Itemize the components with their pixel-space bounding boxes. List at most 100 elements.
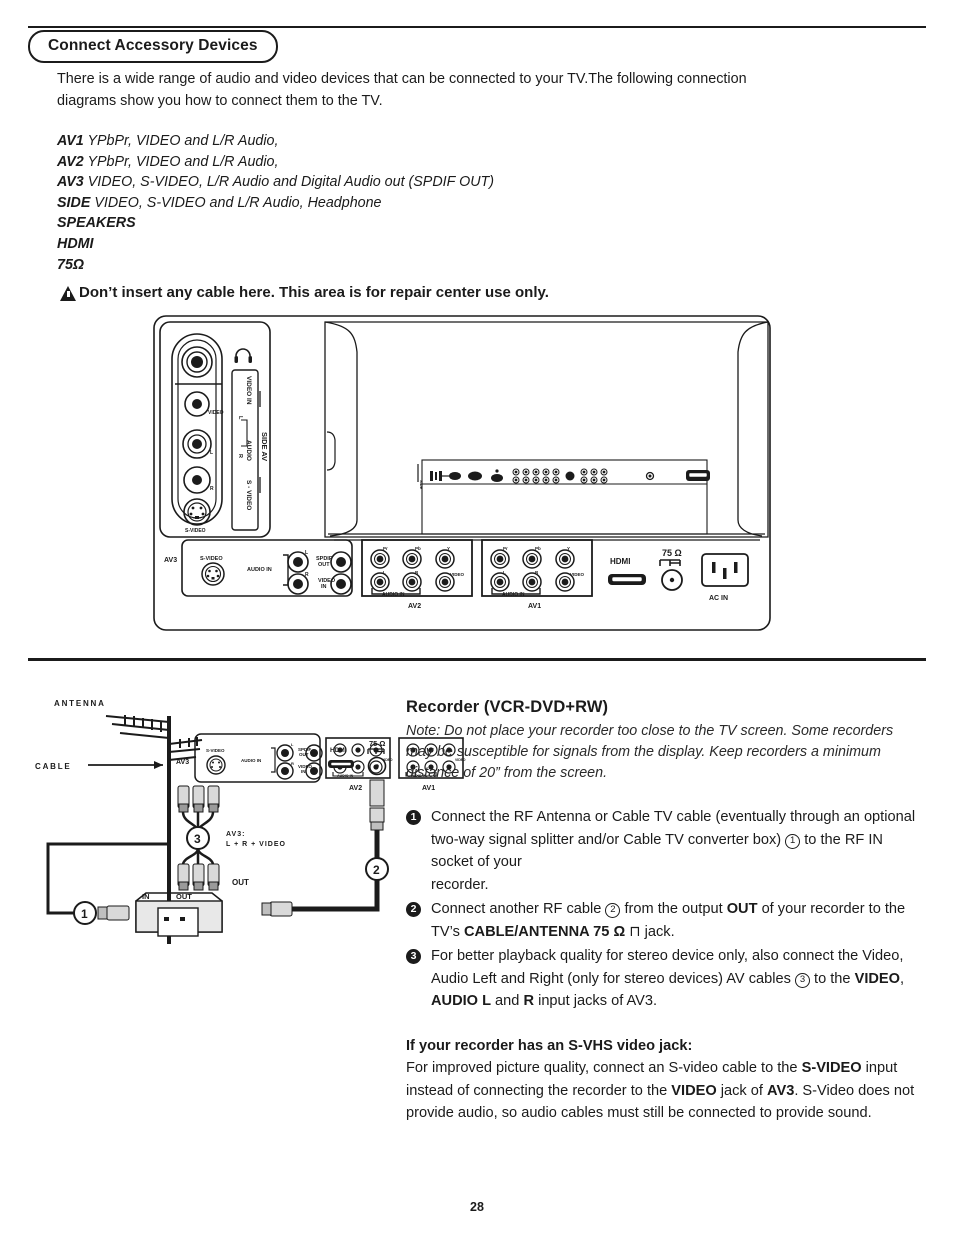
av-list-item-name: AV2	[57, 153, 84, 170]
warning-text: Don’t insert any cable here. This area i…	[79, 284, 549, 301]
tv-back-outline: SIDE	[324, 321, 769, 541]
svg-text:S-VIDEO: S-VIDEO	[206, 748, 225, 753]
text-run: S-VIDEO	[801, 1060, 862, 1076]
av-list-item: AV3 VIDEO, S-VIDEO, L/R Audio and Digita…	[57, 172, 494, 193]
headphone-icon	[234, 348, 252, 363]
label-av3: AV3	[164, 557, 177, 564]
text-run: S-VHS	[568, 1037, 613, 1054]
step-text: Connect another RF cable 2 from the outp…	[431, 898, 918, 943]
svg-text:AUDIO: AUDIO	[245, 440, 252, 461]
marker-2: 2	[373, 863, 380, 877]
svg-text:AUDIO IN: AUDIO IN	[337, 774, 354, 778]
text-run: If your recorder has an	[406, 1037, 569, 1054]
av-list-item: AV2 YPbPr, VIDEO and L/R Audio,	[57, 152, 494, 173]
label-out-cable: OUT	[232, 878, 249, 887]
warning-triangle-icon	[60, 286, 76, 301]
svg-text:R: R	[237, 454, 243, 458]
text-run: input jacks of AV3.	[534, 993, 658, 1009]
label-av2-bottom: AV2	[349, 785, 362, 792]
manual-page: Connect Accessory Devices There is a wid…	[0, 0, 954, 1235]
tv-connector-diagram: VIDEO L R S-VIDEO VIDEO IN AUDIO L R S -…	[150, 312, 780, 637]
text-run: CABLE/ANTENNA 75 Ω	[463, 923, 626, 940]
svhs-body: For improved picture quality, connect an…	[406, 1057, 918, 1125]
text-run: R	[523, 993, 535, 1009]
svg-text:S-VIDEO: S-VIDEO	[200, 556, 223, 562]
recorder-step: 1 Connect the RF Antenna or Cable TV cabl…	[406, 806, 918, 896]
text-run: and	[491, 993, 524, 1009]
av-list-item-desc: VIDEO, S-VIDEO and L/R Audio, Headphone	[90, 194, 382, 211]
label-av1: AV1	[528, 603, 541, 610]
svg-text:VIDEO IN: VIDEO IN	[245, 376, 252, 405]
svg-text:VIDEO: VIDEO	[208, 410, 224, 416]
av-list-item-name: SIDE	[57, 194, 91, 211]
recorder-step: 2 Connect another RF cable 2 from the out…	[406, 898, 918, 943]
label-vcr-in: IN	[142, 892, 150, 901]
svg-text:AUDIO IN: AUDIO IN	[382, 592, 405, 598]
recorder-note: Note: Do not place your recorder too clo…	[406, 723, 894, 781]
text-run: to the	[809, 970, 855, 987]
text-run: recorder.	[431, 876, 489, 893]
av-list-item: SIDE VIDEO, S-VIDEO and L/R Audio, Headp…	[57, 193, 494, 214]
recorder-step: 3 For better playback quality for stereo …	[406, 945, 918, 1013]
text-run: ,	[900, 970, 905, 987]
warning-notice: Don’t insert any cable here. This area i…	[60, 284, 549, 301]
av-connection-list: AV1 YPbPr, VIDEO and L/R Audio, AV2 YPbPr…	[57, 131, 494, 275]
svg-text:S-VIDEO: S-VIDEO	[185, 528, 206, 534]
label-75ohm: 75 Ω	[662, 548, 682, 558]
svg-text:R: R	[210, 486, 214, 492]
text-run: AUDIO L	[431, 993, 491, 1009]
svg-text:OUT: OUT	[318, 562, 330, 568]
label-75ohm-bottom: 75 Ω	[369, 739, 385, 748]
recorder-steps: 1 Connect the RF Antenna or Cable TV cabl…	[406, 806, 918, 1013]
svg-text:IN: IN	[321, 584, 327, 590]
text-run: ⊓ jack.	[625, 923, 675, 940]
svg-text:SIDE: SIDE	[419, 480, 424, 490]
step-number: 1	[406, 810, 421, 825]
step-number: 3	[406, 949, 421, 964]
av-list-item: HDMI	[57, 234, 494, 255]
label-av2: AV2	[408, 603, 421, 610]
recorder-connection-diagram: ANTENNA CABLE AV3 S-VIDEO AUDIO IN L R S…	[30, 694, 466, 944]
inline-step-marker: 2	[605, 903, 621, 918]
label-vcr-out: OUT	[176, 892, 192, 901]
page-number: 28	[470, 1200, 484, 1214]
svhs-section: If your recorder has an S-VHS video jack…	[406, 1035, 918, 1125]
av-list-item: AV1 YPbPr, VIDEO and L/R Audio,	[57, 131, 494, 152]
intro-paragraph: There is a wide range of audio and video…	[57, 71, 747, 109]
svg-text:IN: IN	[301, 769, 306, 774]
text-run: VIDEO	[671, 1082, 717, 1099]
av-list-item: SPEAKERS	[57, 213, 494, 234]
av-list-item-desc: YPbPr, VIDEO and L/R Audio,	[83, 133, 279, 149]
svg-text:AUDIO IN: AUDIO IN	[241, 758, 261, 763]
svg-text:SIDE AV: SIDE AV	[260, 432, 269, 461]
label-antenna: ANTENNA	[54, 699, 106, 708]
label-hdmi: HDMI	[610, 557, 630, 566]
inline-step-marker: 3	[794, 972, 810, 988]
recorder-section: Recorder (VCR-DVD+RW) Note: Do not place…	[406, 698, 918, 1125]
av-list-item-desc: YPbPr, VIDEO and L/R Audio,	[83, 153, 279, 170]
av-list-item-name: AV3	[57, 174, 84, 191]
av-list-item-desc: VIDEO, S-VIDEO, L/R Audio and Digital Au…	[83, 174, 495, 191]
inline-step-marker: 1	[785, 833, 801, 849]
label-cable: CABLE	[35, 762, 72, 771]
text-run: For improved picture quality, connect an…	[406, 1060, 802, 1076]
av-list-item-name: AV1	[57, 133, 84, 149]
svg-text:S - VIDEO: S - VIDEO	[245, 480, 252, 510]
page-title: Connect Accessory Devices	[28, 30, 278, 63]
av-list-item-name: HDMI	[57, 235, 94, 252]
svg-text:L: L	[291, 742, 294, 747]
text-run: OUT	[726, 901, 758, 917]
svg-text:AUDIO IN: AUDIO IN	[247, 567, 272, 573]
svg-text:L: L	[210, 450, 213, 456]
av-list-item-name: 75Ω	[57, 256, 85, 273]
marker-1: 1	[81, 907, 88, 921]
svhs-heading: If your recorder has an S-VHS video jack…	[406, 1035, 918, 1058]
step-text: For better playback quality for stereo d…	[431, 945, 918, 1013]
label-av3-cable-2: L + R + VIDEO	[226, 841, 286, 848]
text-run: video jack:	[612, 1037, 693, 1054]
text-run: from the output	[620, 901, 727, 917]
step-text: Connect the RF Antenna or Cable TV cable…	[431, 806, 918, 896]
label-hdmi-bottom: HDMI	[330, 747, 347, 754]
av-list-item-name: SPEAKERS	[57, 215, 136, 232]
text-run: AV3	[767, 1082, 795, 1099]
